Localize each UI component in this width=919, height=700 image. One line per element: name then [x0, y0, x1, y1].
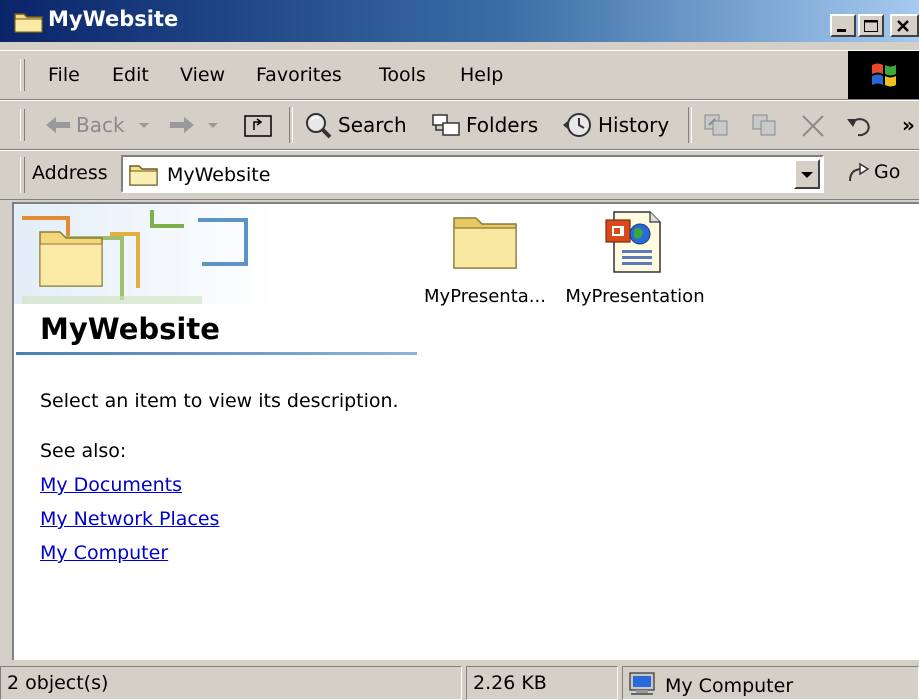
- forward-button[interactable]: [166, 109, 224, 141]
- copy-to-button[interactable]: [748, 109, 784, 141]
- toolbar-separator: [688, 107, 692, 143]
- my-computer-icon: [629, 672, 655, 695]
- windows-logo-icon: [848, 51, 919, 99]
- forward-dropdown-icon[interactable]: [204, 119, 222, 131]
- history-label: History: [598, 113, 670, 137]
- minimize-button[interactable]: [830, 14, 856, 37]
- link-my-computer[interactable]: My Computer: [40, 542, 168, 564]
- panel-title: MyWebsite: [40, 312, 220, 346]
- file-name: MyPresenta...: [424, 286, 546, 307]
- menu-file[interactable]: File: [48, 64, 80, 86]
- status-zone: My Computer: [622, 666, 919, 700]
- delete-icon: [802, 115, 824, 137]
- back-label: Back: [76, 113, 125, 137]
- address-label: Address: [32, 162, 108, 184]
- forward-arrow-icon: [170, 117, 194, 133]
- menu-view[interactable]: View: [180, 64, 225, 86]
- link-my-documents[interactable]: My Documents: [40, 474, 182, 496]
- folder-view[interactable]: MyWebsite Select an item to view its des…: [12, 202, 919, 660]
- window-title: MyWebsite: [48, 7, 179, 31]
- folder-icon: [453, 217, 517, 269]
- folders-button[interactable]: Folders: [430, 109, 538, 141]
- close-button[interactable]: [890, 14, 919, 37]
- address-value: MyWebsite: [167, 164, 271, 186]
- delete-button[interactable]: [798, 109, 830, 141]
- status-size: 2.26 KB: [466, 666, 618, 700]
- menu-tools[interactable]: Tools: [379, 64, 426, 86]
- address-input[interactable]: MyWebsite: [121, 155, 824, 193]
- maximize-button[interactable]: [858, 14, 884, 37]
- menu-edit[interactable]: Edit: [112, 64, 149, 86]
- history-button[interactable]: History: [560, 109, 669, 141]
- panel-description: Select an item to view its description.: [40, 390, 399, 412]
- up-folder-button[interactable]: [243, 109, 275, 141]
- status-zone-label: My Computer: [665, 675, 794, 697]
- history-icon: [563, 113, 591, 137]
- menu-bar: File Edit View Favorites Tools Help: [0, 50, 919, 100]
- back-arrow-icon: [46, 117, 70, 133]
- menu-help[interactable]: Help: [460, 64, 503, 86]
- address-grip[interactable]: [20, 157, 25, 193]
- back-dropdown-icon[interactable]: [135, 119, 153, 131]
- panel-divider: [16, 352, 417, 355]
- back-button[interactable]: Back: [44, 109, 155, 141]
- file-name: MyPresentation: [565, 286, 705, 307]
- folder-icon: [14, 9, 44, 33]
- powerpoint-web-file-icon: [605, 211, 661, 273]
- see-also-label: See also:: [40, 440, 127, 462]
- title-bar[interactable]: MyWebsite: [0, 0, 919, 42]
- status-object-count: 2 object(s): [0, 666, 462, 700]
- standard-toolbar: Back Search Folders History »: [0, 100, 919, 150]
- status-bar: 2 object(s) 2.26 KB My Computer: [0, 662, 919, 700]
- address-dropdown-button[interactable]: [794, 159, 820, 189]
- folders-icon: [432, 114, 460, 136]
- move-to-icon: [704, 114, 728, 136]
- go-arrow-icon: [849, 162, 870, 182]
- search-button[interactable]: Search: [302, 109, 407, 141]
- move-to-button[interactable]: [700, 109, 736, 141]
- search-label: Search: [338, 113, 407, 137]
- menu-grip[interactable]: [20, 59, 25, 91]
- undo-icon: [847, 118, 870, 137]
- go-label: Go: [874, 161, 901, 183]
- copy-to-icon: [752, 114, 776, 136]
- undo-button[interactable]: [844, 109, 878, 141]
- go-button[interactable]: Go: [844, 159, 900, 185]
- chevron-down-icon: [801, 172, 813, 178]
- toolbar-grip[interactable]: [20, 109, 25, 141]
- folders-label: Folders: [466, 113, 539, 137]
- menu-favorites[interactable]: Favorites: [256, 64, 342, 86]
- toolbar-separator: [289, 107, 293, 143]
- file-item-presentation[interactable]: MyPresentation: [562, 210, 708, 310]
- address-bar: Address MyWebsite Go: [0, 150, 919, 200]
- file-item-folder[interactable]: MyPresenta...: [410, 212, 560, 310]
- up-folder-icon: [244, 115, 272, 137]
- toolbar-overflow-button[interactable]: »: [902, 109, 915, 141]
- link-my-network-places[interactable]: My Network Places: [40, 508, 219, 530]
- search-icon: [306, 113, 332, 139]
- folder-icon: [129, 163, 159, 191]
